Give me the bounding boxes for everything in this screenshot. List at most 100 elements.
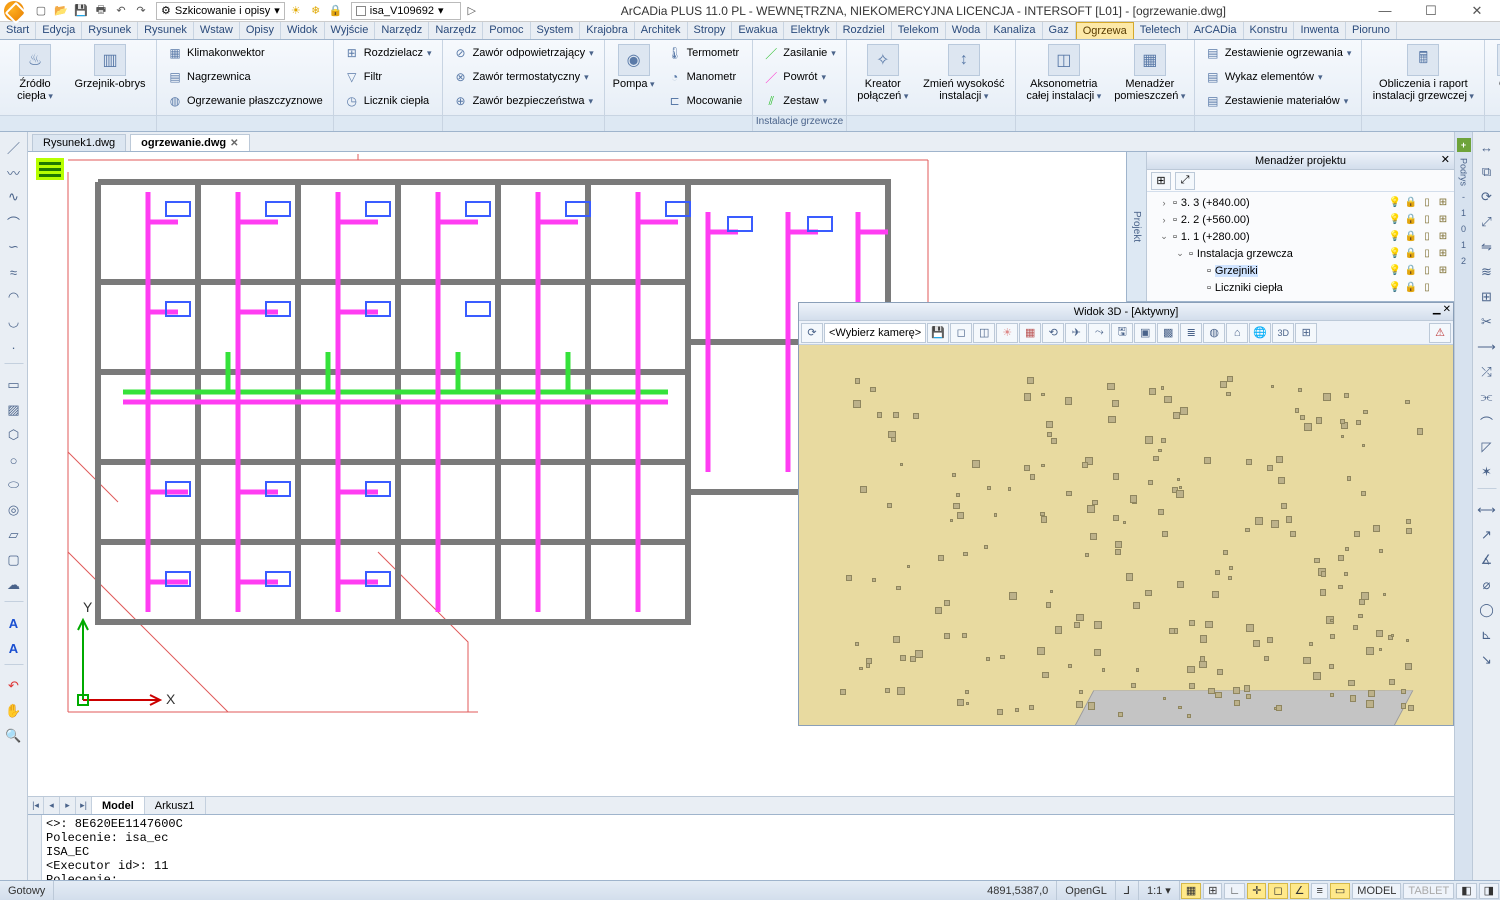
rt-dim2-icon[interactable]: ↗ <box>1476 524 1498 546</box>
sheet-nav-prev[interactable]: ◂ <box>44 797 60 814</box>
strip-num-1[interactable]: 1 <box>1461 208 1466 218</box>
view3d-header[interactable]: Widok 3D - [Aktywny] ▁ ✕ <box>799 303 1453 321</box>
floor-heating-button[interactable]: ◍Ogrzewanie płaszczyznowe <box>163 90 327 112</box>
qat-redo-icon[interactable]: ↷ <box>132 2 150 20</box>
ribbon-tab-wstaw[interactable]: Wstaw <box>194 22 240 39</box>
pp-tool-1[interactable]: ⊞ <box>1151 172 1171 190</box>
cmdline-grip[interactable] <box>28 815 42 880</box>
tool-undo2-icon[interactable]: ↶ <box>3 675 25 697</box>
ribbon-tab-pioruno[interactable]: Pioruno <box>1346 22 1397 39</box>
return-pipe-button[interactable]: ／Powrót <box>759 66 840 88</box>
v3d-save-icon[interactable]: 🖫 <box>1111 323 1133 343</box>
ribbon-tab-krajobra[interactable]: Krajobra <box>580 22 635 39</box>
add-underlay-icon[interactable]: + <box>1457 138 1471 152</box>
v3d-orbit-icon[interactable]: ⟲ <box>1042 323 1064 343</box>
tool-ring-icon[interactable]: ◎ <box>3 499 25 521</box>
ribbon-tab-rysunek[interactable]: Rysunek <box>82 22 138 39</box>
maximize-button[interactable]: ☐ <box>1408 0 1454 22</box>
supply-pipe-button[interactable]: ／Zasilanie <box>759 42 840 64</box>
v3d-collision-icon[interactable]: ⚠ <box>1429 323 1451 343</box>
rt-mirror-icon[interactable]: ⇋ <box>1476 236 1498 258</box>
ribbon-tab-wyjście[interactable]: Wyjście <box>325 22 376 39</box>
v3d-render-icon[interactable]: ▩ <box>1157 323 1179 343</box>
pump-button[interactable]: ◉ Pompa <box>611 42 657 90</box>
workspace-selector[interactable]: ⚙ Szkicowanie i opisy ▾ <box>156 2 285 20</box>
tool-cloud-icon[interactable]: ☁ <box>3 574 25 596</box>
rt-copy-icon[interactable]: ⧉ <box>1476 161 1498 183</box>
rt-dim1-icon[interactable]: ⟷ <box>1476 499 1498 521</box>
panel-close-icon[interactable]: ✕ <box>1443 304 1451 315</box>
ribbon-tab-inwenta[interactable]: Inwenta <box>1294 22 1346 39</box>
thermo-valve-button[interactable]: ⊗Zawór termostatyczny <box>449 66 598 88</box>
rt-join-icon[interactable]: ⫘ <box>1476 386 1498 408</box>
connection-wizard-button[interactable]: ✧ Kreator połączeń <box>853 42 913 102</box>
v3d-sun-icon[interactable]: ☀ <box>996 323 1018 343</box>
ribbon-tab-ogrzewa[interactable]: Ogrzewa <box>1076 22 1134 39</box>
qat-undo-icon[interactable]: ↶ <box>112 2 130 20</box>
fixing-button[interactable]: ⊏Mocowanie <box>663 90 747 112</box>
ribbon-tab-narzędz[interactable]: Narzędz <box>375 22 429 39</box>
tool-rect-icon[interactable]: ▭ <box>3 374 25 396</box>
rt-offset-icon[interactable]: ≋ <box>1476 261 1498 283</box>
ribbon-tab-stropy[interactable]: Stropy <box>688 22 733 39</box>
filter-button[interactable]: ▽Filtr <box>340 66 436 88</box>
status-ucs-icon[interactable]: ⅃ <box>1116 881 1139 900</box>
command-line[interactable]: <>: 8E620EE1147600C Polecenie: isa_ec IS… <box>28 814 1454 880</box>
v3d-snap-icon[interactable]: ▣ <box>1134 323 1156 343</box>
minimize-button[interactable]: — <box>1362 0 1408 22</box>
project-panel-header[interactable]: Menadżer projektu ✕ <box>1147 152 1454 170</box>
ribbon-tab-widok[interactable]: Widok <box>281 22 325 39</box>
rt-rotate-icon[interactable]: ⟳ <box>1476 186 1498 208</box>
status-tablet[interactable]: TABLET <box>1403 883 1454 899</box>
rt-dim6-icon[interactable]: ⊾ <box>1476 624 1498 646</box>
ribbon-tab-start[interactable]: Start <box>0 22 36 39</box>
tool-line-icon[interactable]: ／ <box>3 136 25 158</box>
tool-circle-icon[interactable]: ○ <box>3 449 25 471</box>
v3d-home-icon[interactable]: ⌂ <box>1226 323 1248 343</box>
status-scale[interactable]: 1:1 ▾ <box>1139 881 1180 900</box>
rt-break-icon[interactable]: ⤮ <box>1476 361 1498 383</box>
panel-close-icon[interactable]: ✕ <box>1441 153 1450 166</box>
ribbon-tab-elektryk[interactable]: Elektryk <box>784 22 836 39</box>
manifold-button[interactable]: ⊞Rozdzielacz <box>340 42 436 64</box>
ribbon-tab-rozdziel[interactable]: Rozdziel <box>837 22 892 39</box>
qat-bulb-icon[interactable]: ☀ <box>287 2 305 20</box>
tool-boundary-icon[interactable]: ▢ <box>3 549 25 571</box>
v3d-globe-icon[interactable]: 🌐 <box>1249 323 1271 343</box>
room-manager-button[interactable]: ▦ Menadżer pomieszczeń <box>1112 42 1188 102</box>
tool-ellipse-icon[interactable]: ⬭ <box>3 474 25 496</box>
v3d-wall-icon[interactable]: ▦ <box>1019 323 1041 343</box>
project-side-tab[interactable]: Projekt <box>1127 152 1147 301</box>
status-otrack[interactable]: ∠ <box>1290 883 1310 899</box>
radiator-outline-button[interactable]: ▥ Grzejnik-obrys <box>70 42 150 90</box>
thermometer-button[interactable]: 🌡Termometr <box>663 42 747 64</box>
ribbon-tab-konstru[interactable]: Konstru <box>1244 22 1295 39</box>
ribbon-tab-arcadia[interactable]: ArCADia <box>1188 22 1244 39</box>
status-polar[interactable]: ✛ <box>1247 883 1266 899</box>
tree-node[interactable]: ⌄▫Instalacja grzewcza💡🔒▯⊞ <box>1147 245 1454 262</box>
tool-arc-icon[interactable]: ⌒ <box>3 211 25 233</box>
fan-coil-button[interactable]: ▦Klimakonwektor <box>163 42 327 64</box>
status-extra2[interactable]: ◨ <box>1479 883 1499 899</box>
v3d-grid-icon[interactable]: ⊞ <box>1295 323 1317 343</box>
project-tree[interactable]: ›▫3. 3 (+840.00)💡🔒▯⊞›▫2. 2 (+560.00)💡🔒▯⊞… <box>1147 192 1454 301</box>
heat-source-button[interactable]: ♨ Źródło ciepła <box>6 42 64 102</box>
ribbon-tab-narzędz[interactable]: Narzędz <box>429 22 483 39</box>
sheet-nav-last[interactable]: ▸| <box>76 797 92 814</box>
tool-mtext-icon[interactable]: A <box>3 637 25 659</box>
v3d-save-cam-icon[interactable]: 💾 <box>927 323 949 343</box>
qat-new-icon[interactable]: ▢ <box>32 2 50 20</box>
rt-extend-icon[interactable]: ⟶ <box>1476 336 1498 358</box>
tool-text-icon[interactable]: A <box>3 612 25 634</box>
elements-list-button[interactable]: ▤Wykaz elementów <box>1201 66 1356 88</box>
heater-button[interactable]: ▤Nagrzewnica <box>163 66 327 88</box>
status-osnap[interactable]: ◻ <box>1268 883 1287 899</box>
materials-list-button[interactable]: ▤Zestawienie materiałów <box>1201 90 1356 112</box>
ribbon-tab-telekom[interactable]: Telekom <box>892 22 946 39</box>
sheet-tab-arkusz1[interactable]: Arkusz1 <box>145 797 206 814</box>
ribbon-tab-pomoc[interactable]: Pomoc <box>483 22 530 39</box>
rt-dim4-icon[interactable]: ⌀ <box>1476 574 1498 596</box>
ribbon-tab-ewakua[interactable]: Ewakua <box>732 22 784 39</box>
v3d-box-icon[interactable]: ◻ <box>950 323 972 343</box>
manometer-button[interactable]: ◔Manometr <box>663 66 747 88</box>
